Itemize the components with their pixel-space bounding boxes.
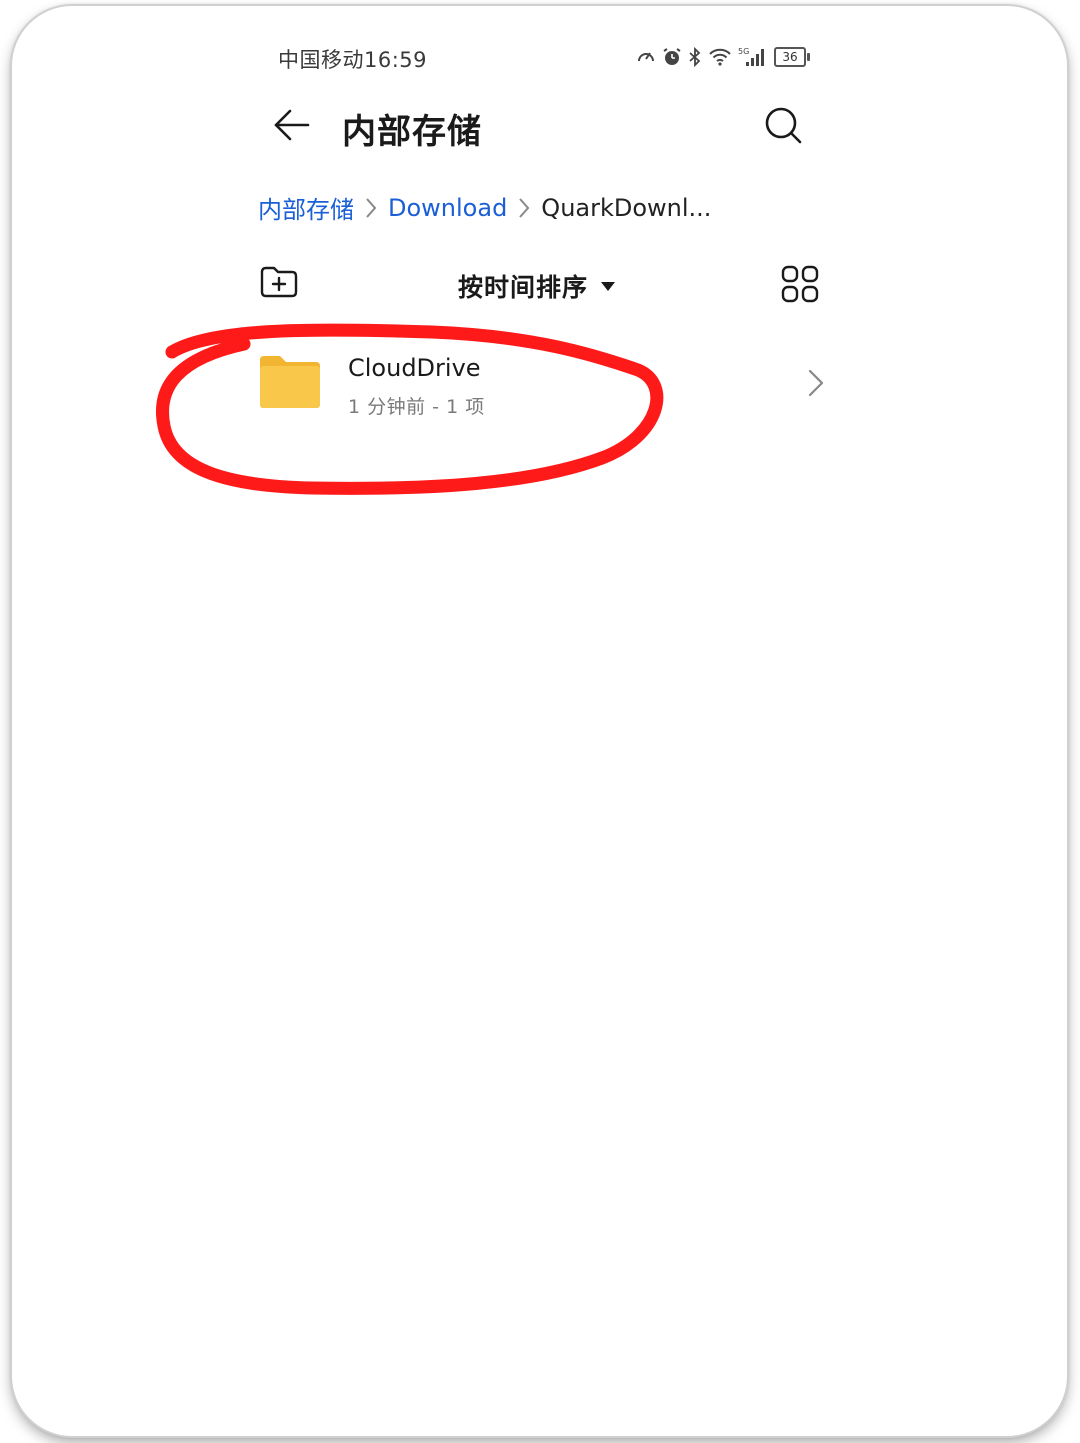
wifi-icon: [709, 48, 731, 66]
sort-button[interactable]: 按时间排序: [458, 268, 616, 304]
list-item[interactable]: CloudDrive 1 分钟前 - 1 项: [242, 336, 832, 436]
battery-icon: 36: [774, 47, 810, 67]
battery-tip: [807, 53, 810, 61]
folder-icon: [260, 356, 320, 408]
search-button[interactable]: [764, 106, 804, 146]
breadcrumb-download[interactable]: Download: [388, 194, 507, 222]
file-meta: 1 分钟前 - 1 项: [348, 396, 485, 418]
status-bar-left: 中国移动16:59: [278, 44, 427, 74]
breadcrumb: 内部存储 Download QuarkDownl...: [258, 190, 711, 225]
network-type-label: 5G: [738, 47, 749, 56]
breadcrumb-internal-storage[interactable]: 内部存储: [258, 190, 354, 225]
file-name: CloudDrive: [348, 354, 481, 382]
status-bar-right: 5G 36: [636, 44, 810, 70]
chevron-right-icon: [364, 196, 378, 220]
back-button[interactable]: [270, 103, 314, 147]
device-frame: 中国移动16:59 5G 36 内部存储 内部存储 Download Quark…: [12, 6, 1067, 1436]
new-folder-icon: [260, 266, 298, 298]
battery-level: 36: [774, 47, 806, 67]
chevron-right-icon: [808, 369, 824, 397]
bluetooth-icon: [689, 47, 701, 67]
sort-label: 按时间排序: [458, 273, 589, 302]
speed-icon: [638, 52, 654, 62]
search-icon: [765, 107, 802, 144]
grid-view-icon: [781, 265, 819, 303]
cellular-5g-icon: 5G: [738, 47, 764, 66]
file-manager-screen: 中国移动16:59 5G 36 内部存储 内部存储 Download Quark…: [12, 6, 1067, 1436]
grid-view-button[interactable]: [780, 264, 820, 304]
chevron-right-icon: [517, 196, 531, 220]
carrier-label: 中国移动: [278, 48, 364, 72]
alarm-icon: [663, 48, 681, 65]
back-arrow-icon: [274, 109, 310, 141]
clock: 16:59: [364, 48, 428, 72]
breadcrumb-quark-download: QuarkDownl...: [541, 193, 712, 222]
page-title: 内部存储: [342, 112, 482, 152]
new-folder-button[interactable]: [258, 264, 300, 300]
sort-dropdown-icon: [601, 282, 616, 291]
